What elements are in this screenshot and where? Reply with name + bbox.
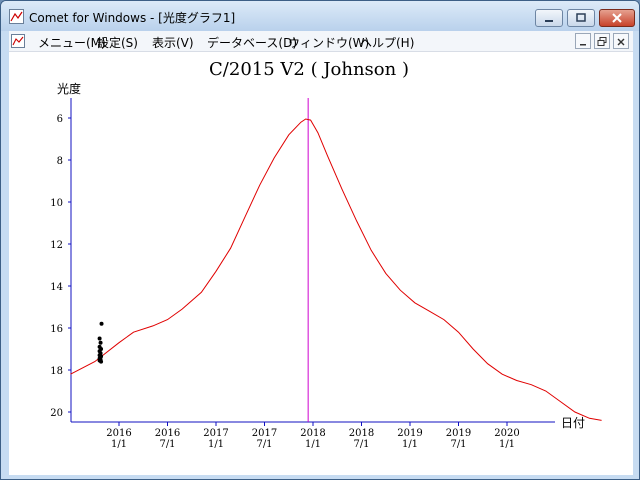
- menu-view[interactable]: 表示(V): [152, 34, 194, 51]
- comet-app-icon: [9, 9, 24, 24]
- mdi-close-button[interactable]: [613, 33, 629, 49]
- observation-point: [98, 340, 103, 345]
- menu-window[interactable]: ウィンドウ(W): [288, 34, 369, 51]
- x-tick-label-date: 7/1: [256, 439, 272, 450]
- x-tick-label-year: 2016: [106, 428, 131, 439]
- y-tick-label: 16: [50, 324, 63, 335]
- close-icon: [617, 38, 625, 46]
- light-curve-chart: C/2015 V2 ( Johnson ) 光度 日付 6 8 10 12 14 16 18…: [50, 59, 602, 450]
- x-tick-label-date: 1/1: [111, 439, 127, 450]
- app-window: Comet for Windows - [光度グラフ1] メニュー(M) 設定(…: [0, 0, 640, 480]
- y-tick-label: 8: [57, 156, 63, 167]
- close-icon: [612, 13, 622, 23]
- window-title: Comet for Windows - [光度グラフ1]: [29, 11, 236, 25]
- x-tick-label-year: 2016: [155, 428, 180, 439]
- x-tick-label-year: 2018: [349, 428, 374, 439]
- x-tick-label-year: 2019: [397, 428, 422, 439]
- x-tick-label-year: 2017: [203, 428, 228, 439]
- x-tick-label-date: 1/1: [499, 439, 515, 450]
- menu-settings[interactable]: 設定(S): [97, 34, 138, 51]
- x-tick-label-year: 2020: [494, 428, 519, 439]
- x-axis-label: 日付: [561, 416, 585, 430]
- x-tick-label-date: 1/1: [305, 439, 321, 450]
- x-tick-label-date: 1/1: [208, 439, 224, 450]
- y-tick-label: 6: [57, 114, 63, 125]
- menu-bar: メニュー(M) 設定(S) 表示(V) データベース(D) ウィンドウ(W) ヘ…: [9, 31, 633, 52]
- observation-point: [99, 321, 104, 326]
- y-tick-label: 14: [50, 282, 63, 293]
- x-tick-label-year: 2017: [252, 428, 277, 439]
- x-tick-label-date: 7/1: [159, 439, 175, 450]
- observation-point: [97, 336, 102, 341]
- menu-main[interactable]: メニュー(M): [38, 34, 106, 51]
- y-tick-label: 10: [50, 198, 63, 209]
- x-tick-label-date: 7/1: [450, 439, 466, 450]
- y-axis-label: 光度: [57, 81, 81, 96]
- y-tick-label: 18: [50, 366, 63, 377]
- chart-title: C/2015 V2 ( Johnson ): [209, 59, 409, 80]
- observation-point: [99, 359, 104, 364]
- mdi-restore-button[interactable]: [594, 33, 610, 49]
- close-button[interactable]: [599, 9, 635, 27]
- restore-icon: [597, 37, 607, 46]
- x-tick-label-year: 2019: [446, 428, 471, 439]
- predicted-brightness-curve: [70, 118, 602, 421]
- x-tick-label-year: 2018: [300, 428, 325, 439]
- minimize-icon: [545, 20, 553, 22]
- maximize-icon: [576, 13, 586, 22]
- chart-area: C/2015 V2 ( Johnson ) 光度 日付 6 8 10 12 14 16 18…: [9, 52, 633, 475]
- minimize-icon: [580, 44, 586, 46]
- document-icon[interactable]: [11, 34, 25, 48]
- x-tick-label-date: 1/1: [402, 439, 418, 450]
- maximize-button[interactable]: [567, 9, 595, 27]
- y-tick-label: 12: [50, 240, 63, 251]
- menu-database[interactable]: データベース(D): [207, 34, 297, 51]
- minimize-button[interactable]: [535, 9, 563, 27]
- x-tick-label-date: 7/1: [353, 439, 369, 450]
- y-tick-label: 20: [50, 408, 63, 419]
- title-bar[interactable]: Comet for Windows - [光度グラフ1]: [1, 1, 639, 31]
- menu-help[interactable]: ヘルプ(H): [360, 34, 414, 51]
- mdi-minimize-button[interactable]: [575, 33, 591, 49]
